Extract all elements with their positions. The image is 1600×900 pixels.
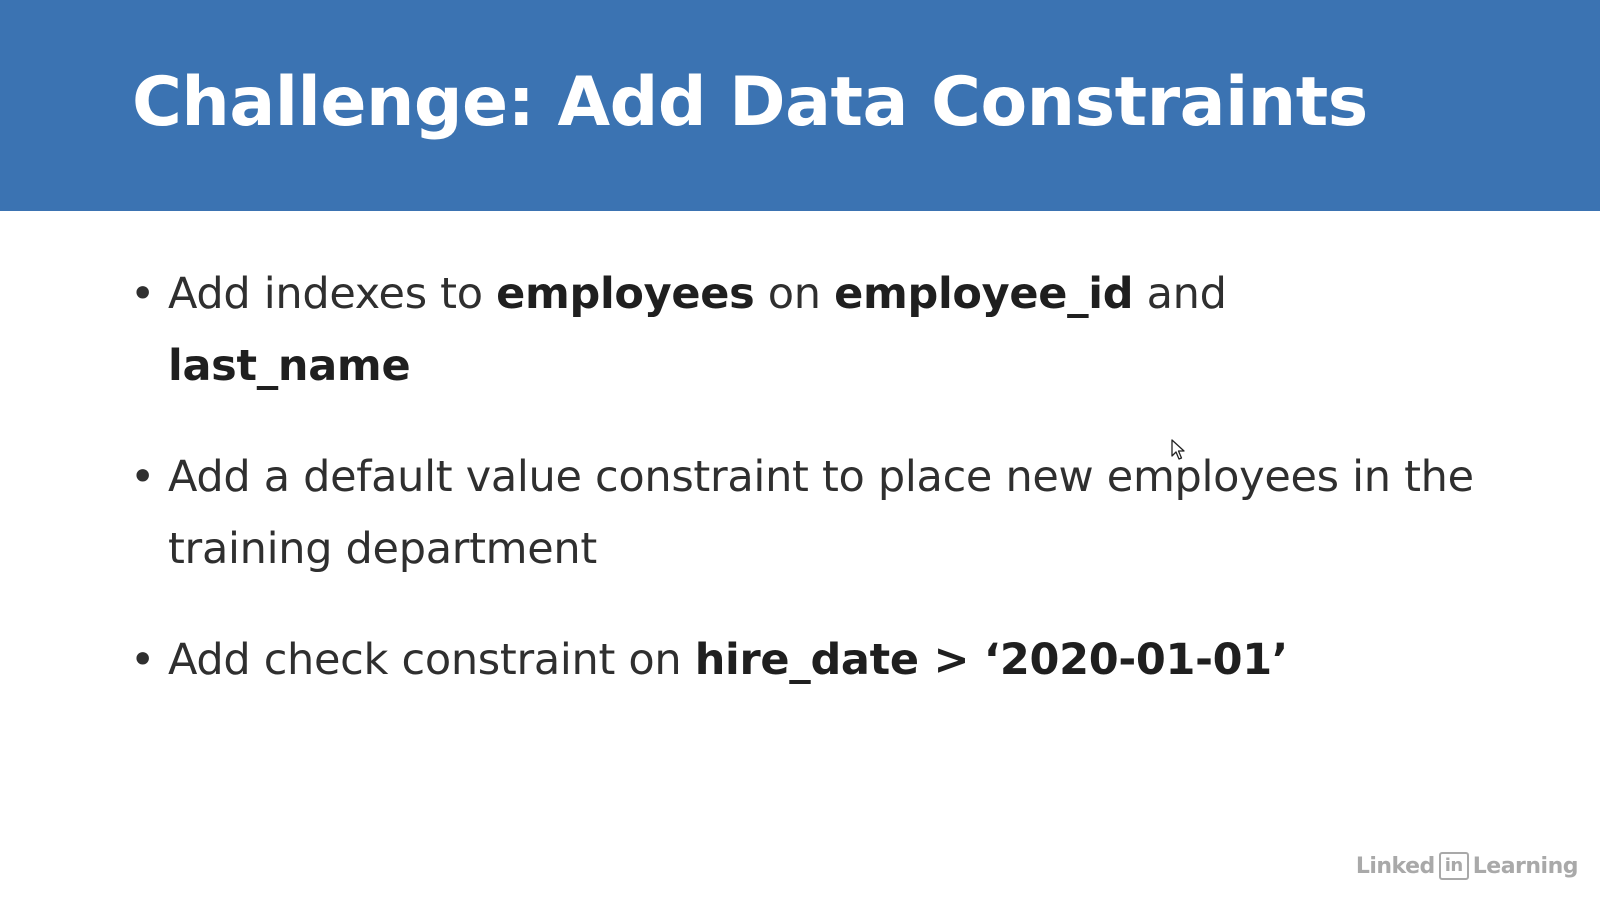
bullet-marker: •: [130, 269, 156, 319]
bullet-marker: •: [130, 635, 156, 685]
bullet-text: Add check constraint on: [168, 635, 695, 685]
bullet-item: • Add a default value constraint to place…: [130, 441, 1480, 585]
watermark-text: Learning: [1472, 853, 1579, 879]
slide-title: Challenge: Add Data Constraints: [132, 63, 1368, 142]
bullet-item: • Add indexes to employees on employee_id…: [130, 258, 1480, 402]
watermark-text: Linked: [1355, 853, 1435, 879]
bullet-bold-text: last_name: [168, 341, 411, 391]
bullet-bold-text: employees: [496, 269, 755, 319]
mouse-pointer-icon: [1171, 439, 1185, 460]
bullet-bold-text: employee_id: [834, 269, 1134, 319]
bullet-list: • Add indexes to employees on employee_id…: [130, 258, 1480, 735]
bullet-bold-text: hire_date > ‘2020-01-01’: [694, 635, 1289, 685]
bullet-text: Add indexes to: [168, 269, 497, 319]
bullet-item: • Add check constraint on hire_date > ‘20…: [130, 624, 1480, 696]
slide: Challenge: Add Data Constraints • Add ind…: [0, 0, 1600, 900]
linkedin-learning-watermark: Linked in Learning: [1355, 852, 1579, 880]
linkedin-in-icon: in: [1438, 852, 1469, 880]
bullet-text: on: [754, 269, 835, 319]
bullet-marker: •: [130, 452, 156, 502]
bullet-text: and: [1133, 269, 1227, 319]
title-bar: Challenge: Add Data Constraints: [0, 0, 1600, 211]
bullet-text: Add a default value constraint to place …: [168, 452, 1474, 574]
